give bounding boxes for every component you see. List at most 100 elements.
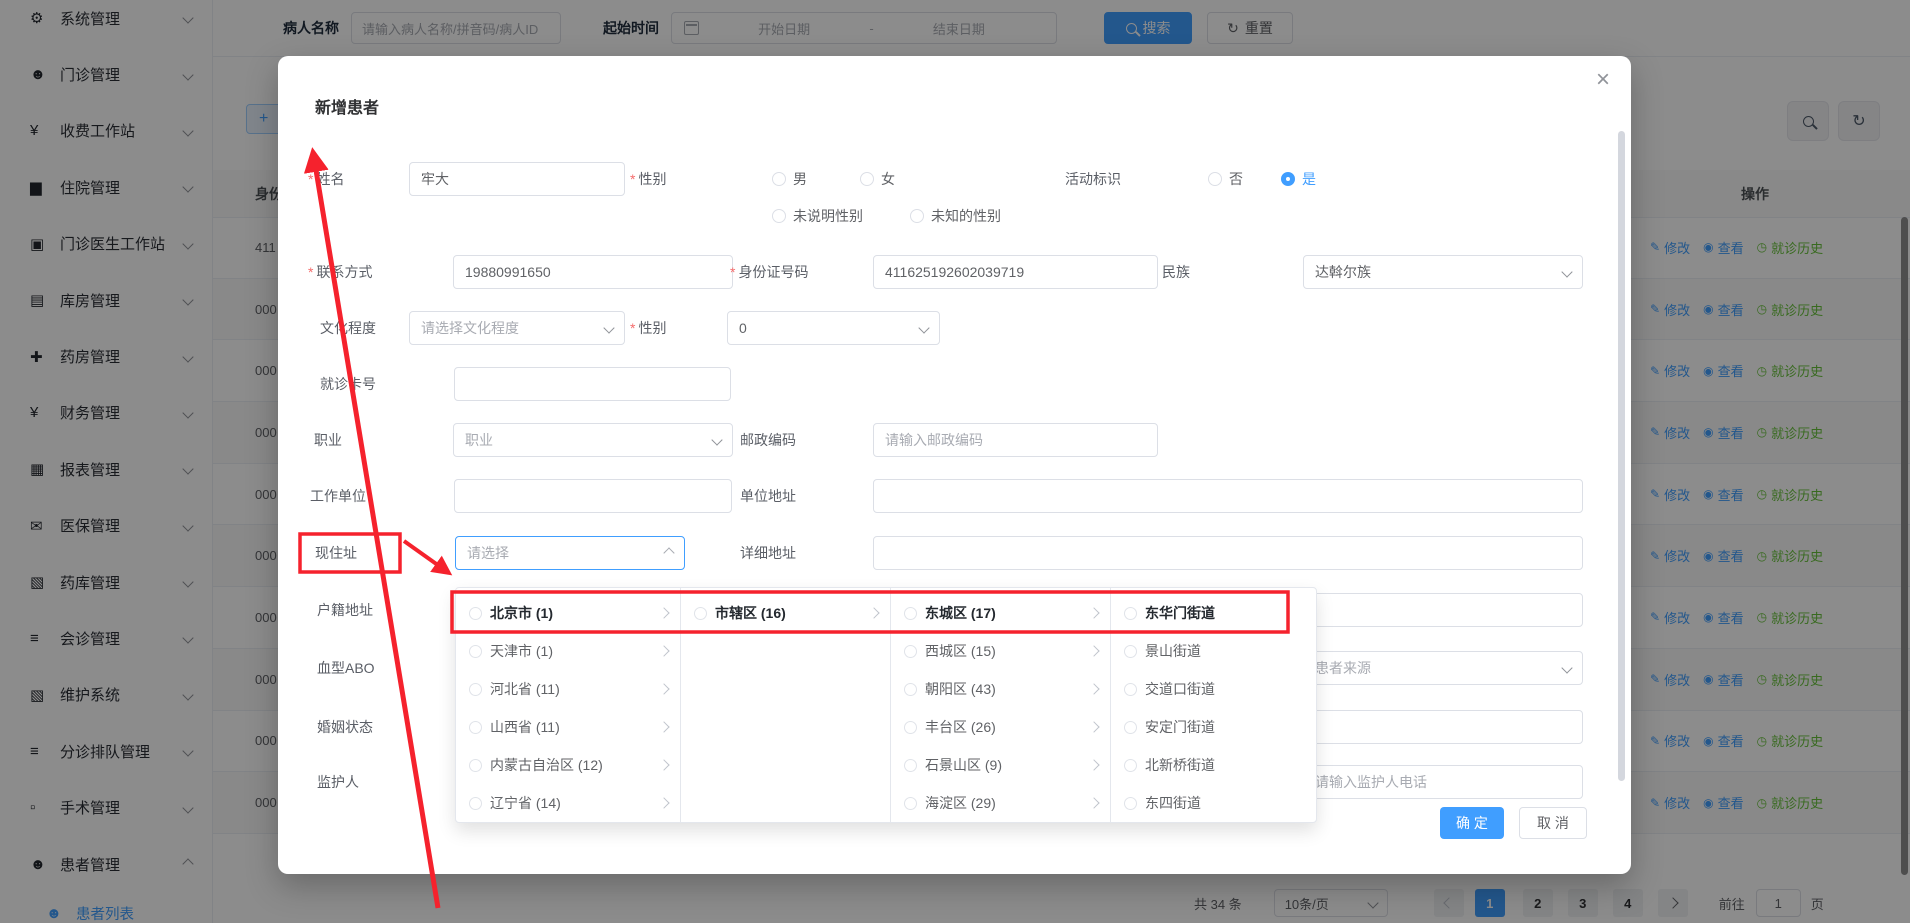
radio-icon: [469, 721, 482, 734]
chevron-up-icon: [663, 547, 674, 558]
add-patient-modal: 新增患者 × *姓名 牢大 *性别 男 女 活动标识 否 是 未说明性别 未知的…: [278, 56, 1631, 874]
radio-icon: [1124, 721, 1137, 734]
chevron-right-icon: [658, 683, 669, 694]
cascader-option-neimenggu[interactable]: 内蒙古自治区 (12): [456, 746, 680, 784]
gender-label: *性别: [630, 162, 666, 196]
detail-address-input[interactable]: [873, 536, 1583, 570]
gender-radio-male[interactable]: 男: [772, 162, 807, 196]
radio-icon: [772, 172, 786, 186]
employer-address-input[interactable]: [873, 479, 1583, 513]
radio-icon: [904, 645, 917, 658]
cascader-option-andingmen[interactable]: 安定门街道: [1111, 708, 1316, 746]
employer-address-label: 单位地址: [740, 479, 796, 513]
cascader-option-chaoyang[interactable]: 朝阳区 (43): [891, 670, 1110, 708]
cascader-province-column: 北京市 (1) 天津市 (1) 河北省 (11) 山西省 (11) 内蒙古自治区…: [456, 588, 681, 822]
chevron-right-icon: [1088, 797, 1099, 808]
education-label: 文化程度: [320, 311, 376, 345]
id-number-input[interactable]: 411625192602039719: [873, 255, 1158, 289]
modal-scrollbar[interactable]: [1618, 131, 1625, 781]
active-radio-no[interactable]: 否: [1208, 162, 1243, 196]
cancel-button[interactable]: 取 消: [1519, 807, 1587, 839]
cascader-option-xicheng[interactable]: 西城区 (15): [891, 632, 1110, 670]
chevron-down-icon: [918, 322, 929, 333]
cascader-option-dongsi[interactable]: 东四街道: [1111, 784, 1316, 822]
postcode-label: 邮政编码: [740, 423, 796, 457]
cascader-option-shixiaqu[interactable]: 市辖区 (16): [681, 594, 890, 632]
radio-icon: [860, 172, 874, 186]
cascader-option-donghuamen[interactable]: 东华门街道: [1111, 594, 1316, 632]
active-radio-yes[interactable]: 是: [1281, 162, 1316, 196]
radio-icon: [904, 683, 917, 696]
gender2-select[interactable]: 0: [727, 311, 940, 345]
radio-icon: [1208, 172, 1222, 186]
modal-title: 新增患者: [315, 94, 379, 118]
name-label: *姓名: [308, 162, 344, 196]
cascader-option-jingshan[interactable]: 景山街道: [1111, 632, 1316, 670]
cascader-option-shanxi[interactable]: 山西省 (11): [456, 708, 680, 746]
cascader-option-jiaodaokou[interactable]: 交道口街道: [1111, 670, 1316, 708]
name-input[interactable]: 牢大: [409, 162, 625, 196]
chevron-right-icon: [658, 759, 669, 770]
chevron-right-icon: [1088, 645, 1099, 656]
radio-icon: [1124, 797, 1137, 810]
education-select[interactable]: 请选择文化程度: [409, 311, 625, 345]
radio-icon: [1124, 607, 1137, 620]
required-marker: *: [630, 320, 635, 336]
chevron-down-icon: [603, 322, 614, 333]
cascader-option-shijingshan[interactable]: 石景山区 (9): [891, 746, 1110, 784]
occupation-label: 职业: [314, 423, 342, 457]
chevron-down-icon: [1561, 662, 1572, 673]
radio-icon: [469, 797, 482, 810]
cascader-city-column: 市辖区 (16): [681, 588, 891, 822]
blood-type-label: 血型ABO: [317, 651, 375, 685]
required-marker: *: [730, 264, 735, 280]
occupation-select[interactable]: 职业: [453, 423, 733, 457]
guardian-label: 监护人: [317, 765, 359, 799]
chevron-right-icon: [658, 645, 669, 656]
marital-right-input[interactable]: [1303, 710, 1583, 744]
required-marker: *: [308, 171, 313, 187]
radio-icon: [904, 759, 917, 772]
employer-input[interactable]: [454, 479, 732, 513]
radio-icon: [904, 607, 917, 620]
radio-icon: [1124, 645, 1137, 658]
postcode-input[interactable]: 请输入邮政编码: [873, 423, 1158, 457]
required-marker: *: [308, 264, 313, 280]
contact-input[interactable]: 19880991650: [453, 255, 733, 289]
chevron-right-icon: [658, 797, 669, 808]
address-cascader-panel: 北京市 (1) 天津市 (1) 河北省 (11) 山西省 (11) 内蒙古自治区…: [455, 587, 1317, 823]
employer-label: 工作单位: [310, 479, 366, 513]
cascader-option-fengtai[interactable]: 丰台区 (26): [891, 708, 1110, 746]
confirm-button[interactable]: 确 定: [1440, 807, 1504, 839]
active-flag-label: 活动标识: [1065, 162, 1121, 196]
cascader-option-dongcheng[interactable]: 东城区 (17): [891, 594, 1110, 632]
close-icon[interactable]: ×: [1596, 68, 1610, 92]
contact-label: *联系方式: [308, 255, 372, 289]
chevron-right-icon: [1088, 683, 1099, 694]
cascader-street-column: 东华门街道 景山街道 交道口街道 安定门街道 北新桥街道 东四街道: [1111, 588, 1316, 822]
card-number-input[interactable]: [454, 367, 731, 401]
cascader-option-liaoning[interactable]: 辽宁省 (14): [456, 784, 680, 822]
cascader-option-tianjin[interactable]: 天津市 (1): [456, 632, 680, 670]
gender-radio-female[interactable]: 女: [860, 162, 895, 196]
gender2-label: *性别: [630, 311, 666, 345]
cascader-option-beixinqiao[interactable]: 北新桥街道: [1111, 746, 1316, 784]
current-address-cascader[interactable]: 请选择: [455, 536, 685, 570]
radio-icon: [910, 209, 924, 223]
radio-checked-icon: [1281, 172, 1295, 186]
cascader-option-beijing[interactable]: 北京市 (1): [456, 594, 680, 632]
ethnicity-select[interactable]: 达斡尔族: [1303, 255, 1583, 289]
patient-source-select[interactable]: 患者来源: [1303, 651, 1583, 685]
guardian-phone-input[interactable]: 请输入监护人电话: [1303, 765, 1583, 799]
gender-radio-unknown[interactable]: 未知的性别: [910, 199, 1001, 233]
cascader-option-hebei[interactable]: 河北省 (11): [456, 670, 680, 708]
radio-icon: [694, 607, 707, 620]
id-number-label: *身份证号码: [730, 255, 808, 289]
radio-icon: [904, 797, 917, 810]
required-marker: *: [630, 171, 635, 187]
gender-radio-unstated[interactable]: 未说明性别: [772, 199, 863, 233]
current-address-label: 现住址: [315, 536, 357, 570]
chevron-down-icon: [1561, 266, 1572, 277]
chevron-right-icon: [1088, 721, 1099, 732]
cascader-option-haidian[interactable]: 海淀区 (29): [891, 784, 1110, 822]
